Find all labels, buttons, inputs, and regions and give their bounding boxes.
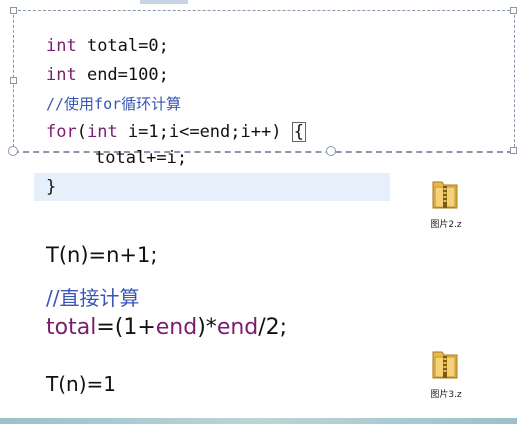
bottom-taskbar-strip — [0, 418, 517, 424]
file-label[interactable]: 图片3.z — [421, 387, 471, 400]
formula-var: end — [155, 315, 198, 340]
formula-op: /2; — [258, 315, 288, 340]
file-label[interactable]: 图片2.z — [421, 217, 471, 230]
formula-op: )* — [197, 315, 217, 340]
code-text: ( — [76, 122, 87, 142]
file-icon-image3[interactable]: 图片3.z — [421, 347, 471, 400]
formula-line: total=(1+end)*end/2; — [46, 315, 287, 340]
formula-op: =(1+ — [96, 315, 156, 340]
code-line-1[interactable]: int total=0; — [46, 34, 169, 58]
code-line-4[interactable]: for(int i=1;i<=end;i++) { — [46, 120, 306, 144]
current-line-highlight — [34, 173, 390, 201]
top-highlight-bar — [140, 0, 188, 4]
resize-handle-top-right[interactable] — [510, 7, 517, 14]
code-line-5[interactable]: total+=i; — [95, 146, 187, 170]
complexity-direct: T(n)=1 — [46, 372, 116, 396]
matched-brace: { — [291, 122, 306, 142]
keyword: int — [46, 36, 77, 56]
resize-handle-bottom-middle[interactable] — [326, 146, 336, 156]
formula-var: total — [46, 315, 97, 340]
file-icon-image2[interactable]: 图片2.z — [421, 177, 471, 230]
code-text: end=100; — [76, 65, 169, 85]
code-line-6[interactable]: } — [46, 175, 56, 199]
resize-handle-bottom-right[interactable] — [510, 147, 517, 154]
code-text: i=1;i<=end;i++) — [117, 122, 292, 142]
resize-handle-middle-left[interactable] — [10, 77, 17, 84]
resize-handle-top-left[interactable] — [10, 7, 17, 14]
keyword: int — [86, 122, 118, 142]
selection-frame-bottom-edge[interactable] — [13, 151, 513, 153]
keyword: for — [46, 122, 77, 142]
complexity-loop: T(n)=n+1; — [46, 243, 158, 267]
zip-folder-icon — [432, 351, 458, 379]
comment-direct: //直接计算 — [46, 286, 140, 310]
resize-handle-bottom-left[interactable] — [8, 146, 18, 156]
code-text: total=0; — [76, 36, 169, 56]
keyword: int — [46, 65, 77, 85]
zip-folder-icon — [432, 181, 458, 209]
formula-var: end — [216, 315, 259, 340]
code-line-2[interactable]: int end=100; — [46, 63, 169, 87]
code-comment-1[interactable]: //使用for循环计算 — [46, 92, 181, 116]
